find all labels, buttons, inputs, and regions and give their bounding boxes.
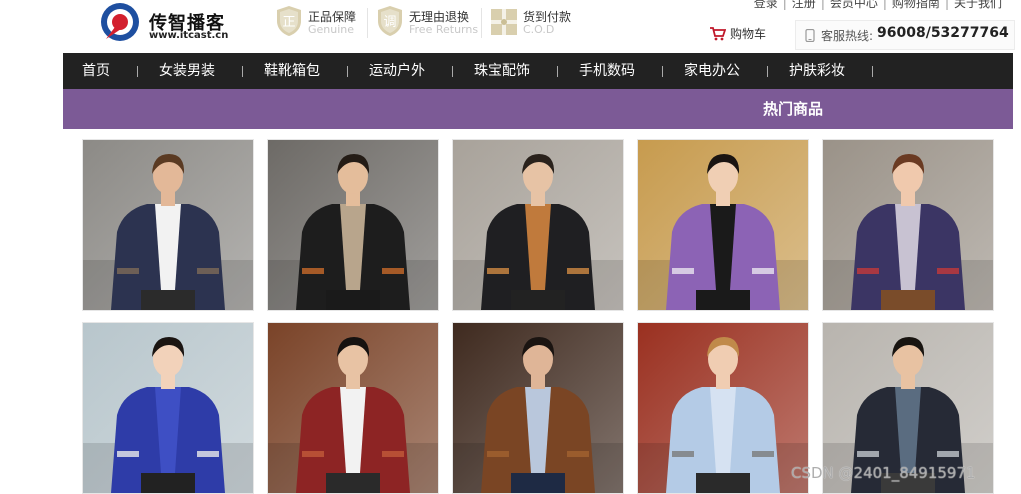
promise-subtitle: Free Returns [409, 23, 479, 36]
logo-icon [101, 3, 139, 41]
cart-link[interactable]: 购物车 [709, 25, 766, 42]
nav-divider [872, 66, 873, 77]
shopping-guide-link[interactable]: 购物指南 [887, 0, 945, 10]
nav-divider [557, 66, 558, 77]
nav-divider [452, 66, 453, 77]
product-grid [82, 139, 1012, 494]
shield-badge-icon: 正 [277, 6, 301, 36]
nav-item-cosmetics[interactable]: 护肤彩妆 [789, 53, 845, 89]
product-image [83, 140, 253, 310]
product-image [453, 140, 623, 310]
nav-divider [242, 66, 243, 77]
page-container: 传智播客 www.itcast.cn 正 正品保障 Genuine 调 无理由退… [63, 0, 1015, 494]
about-us-link[interactable]: 关于我们 [949, 0, 1007, 10]
cart-icon [710, 27, 727, 41]
service-hotline: 客服热线: 96008/53277764 [795, 20, 1015, 50]
promise-subtitle: C.O.D [523, 23, 555, 36]
hotline-label: 客服热线: [821, 29, 874, 43]
nav-item-jewelry[interactable]: 珠宝配饰 [474, 53, 530, 89]
nav-item-home[interactable]: 首页 [82, 53, 110, 89]
gift-icon [491, 9, 517, 35]
product-card[interactable] [267, 139, 439, 311]
cart-label: 购物车 [730, 27, 767, 41]
nav-divider [767, 66, 768, 77]
nav-item-shoes-bags[interactable]: 鞋靴箱包 [264, 53, 320, 89]
svg-text:正: 正 [282, 15, 295, 30]
product-card[interactable] [637, 322, 809, 494]
product-image [638, 323, 808, 493]
product-card[interactable] [82, 322, 254, 494]
nav-item-clothing[interactable]: 女装男装 [159, 53, 215, 89]
nav-item-sports[interactable]: 运动户外 [369, 53, 425, 89]
hotline-number: 96008/53277764 [877, 25, 1009, 41]
product-card[interactable] [637, 139, 809, 311]
shield-badge-icon: 调 [378, 6, 402, 36]
product-image [268, 140, 438, 310]
promise-free-returns: 调 无理由退换 Free Returns [376, 5, 480, 41]
login-link[interactable]: 登录 [749, 0, 783, 10]
product-card[interactable] [82, 139, 254, 311]
watermark: CSDN @2401_84915971 [791, 464, 976, 482]
top-links: 登录 | 注册 | 会员中心 | 购物指南 | 关于我们 [749, 0, 1007, 11]
svg-text:调: 调 [383, 15, 396, 30]
nav-item-digital[interactable]: 手机数码 [579, 53, 635, 89]
nav-divider [347, 66, 348, 77]
phone-icon [805, 29, 815, 42]
product-image [268, 323, 438, 493]
hot-products-header: 热门商品 [63, 89, 1013, 129]
site-logo[interactable]: 传智播客 www.itcast.cn [98, 0, 238, 46]
nav-divider [662, 66, 663, 77]
logo-url: www.itcast.cn [149, 30, 229, 41]
product-card[interactable] [452, 322, 624, 494]
promise-subtitle: Genuine [308, 23, 355, 36]
nav-divider [137, 66, 138, 77]
product-image [823, 140, 993, 310]
product-image [638, 140, 808, 310]
divider [481, 8, 482, 38]
nav-item-appliances[interactable]: 家电办公 [684, 53, 740, 89]
register-link[interactable]: 注册 [787, 0, 821, 10]
product-card[interactable] [452, 139, 624, 311]
promise-cod: 货到付款 C.O.D [490, 5, 580, 41]
product-image [453, 323, 623, 493]
member-center-link[interactable]: 会员中心 [825, 0, 883, 10]
divider [367, 8, 368, 38]
main-nav: 首页 女装男装 鞋靴箱包 运动户外 珠宝配饰 手机数码 家电办公 护肤彩妆 [63, 53, 1013, 89]
promise-genuine: 正 正品保障 Genuine [275, 5, 367, 41]
product-card[interactable] [267, 322, 439, 494]
section-title: 热门商品 [763, 100, 824, 118]
product-card[interactable] [822, 139, 994, 311]
product-image [83, 323, 253, 493]
